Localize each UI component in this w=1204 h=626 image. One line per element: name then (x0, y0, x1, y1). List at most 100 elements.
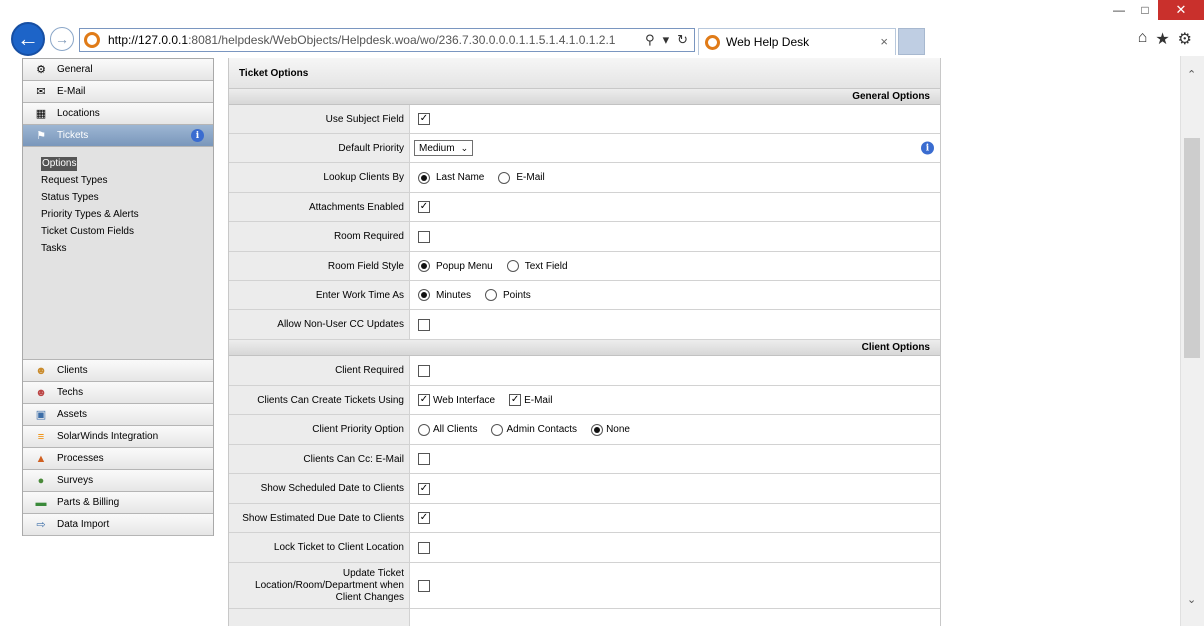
sidebar-item-solarwinds[interactable]: ≡ SolarWinds Integration (23, 426, 213, 448)
radio-selected[interactable] (418, 260, 430, 272)
clients-cc-checkbox[interactable] (418, 453, 430, 465)
submenu-item-priority-types[interactable]: Priority Types & Alerts (23, 206, 213, 223)
web-interface-option[interactable]: ✓ Web Interface (418, 394, 495, 406)
submenu-item-request-types[interactable]: Request Types (23, 172, 213, 189)
row-attachments: Attachments Enabled ✓ (229, 193, 940, 222)
show-due-checkbox[interactable]: ✓ (418, 512, 430, 524)
label-non-user-cc: Allow Non-User CC Updates (229, 310, 410, 339)
maximize-icon[interactable]: □ (1132, 0, 1158, 20)
show-scheduled-checkbox[interactable]: ✓ (418, 482, 430, 495)
use-subject-checkbox[interactable]: ✓ (418, 113, 430, 125)
address-bar[interactable]: http://127.0.0.1:8081/helpdesk/WebObject… (79, 28, 695, 52)
process-icon: ▲ (35, 452, 47, 465)
radio-selected[interactable] (591, 423, 604, 436)
sidebar-item-general[interactable]: ⚙ General (23, 59, 213, 81)
sidebar-item-email[interactable]: ✉ E-Mail (23, 81, 213, 103)
settings-gear-icon[interactable]: ⚙ (1178, 29, 1192, 49)
label-update-ticket: Update Ticket Location/Room/Department w… (229, 563, 410, 608)
popup-menu-option[interactable]: Popup Menu (418, 260, 493, 272)
submenu-item-tasks[interactable]: Tasks (23, 240, 213, 257)
favorites-star-icon[interactable]: ★ (1155, 29, 1169, 49)
submenu-item-custom-fields[interactable]: Ticket Custom Fields (23, 223, 213, 240)
search-icon[interactable]: ⚲ (645, 32, 655, 48)
info-icon[interactable]: i (191, 129, 204, 142)
back-button[interactable]: ← (11, 22, 45, 56)
url-host: http://127.0.0.1 (108, 33, 189, 47)
points-option[interactable]: Points (485, 289, 531, 301)
non-user-cc-checkbox[interactable] (418, 318, 430, 331)
label-attachments: Attachments Enabled (229, 193, 410, 221)
envelope-icon: ✉ (36, 86, 46, 98)
scroll-down-icon[interactable]: ⌄ (1187, 593, 1196, 606)
tab-logo-icon (705, 34, 720, 50)
sidebar-item-label: Surveys (57, 475, 94, 486)
browser-tab[interactable]: Web Help Desk × (698, 28, 896, 55)
radio[interactable] (418, 423, 430, 436)
sidebar-item-label: SolarWinds Integration (57, 431, 159, 442)
minutes-option[interactable]: Minutes (418, 289, 471, 301)
sidebar-item-locations[interactable]: ▦ Locations (23, 103, 213, 125)
url-text[interactable]: http://127.0.0.1:8081/helpdesk/WebObject… (108, 33, 628, 47)
lock-ticket-checkbox[interactable] (418, 541, 430, 554)
dropdown-icon[interactable]: ▾ (663, 32, 670, 48)
refresh-icon[interactable]: ↻ (677, 32, 688, 48)
sidebar-item-surveys[interactable]: ● Surveys (23, 470, 213, 492)
label-use-subject: Use Subject Field (229, 105, 410, 133)
text-field-option[interactable]: Text Field (506, 260, 568, 272)
new-tab-button[interactable] (898, 28, 925, 55)
radio-selected[interactable] (418, 289, 430, 301)
admin-contacts-option[interactable]: Admin Contacts (491, 423, 577, 436)
email-create-checkbox[interactable]: ✓ (509, 394, 522, 406)
radio[interactable] (485, 289, 498, 301)
web-interface-checkbox[interactable]: ✓ (418, 394, 430, 406)
submenu-item-options[interactable]: Options (23, 155, 213, 172)
none-option[interactable]: None (591, 423, 630, 436)
sidebar-item-label: Clients (57, 365, 88, 376)
lookup-last-name-option[interactable]: Last Name (418, 171, 484, 184)
sidebar-item-label: Assets (57, 409, 88, 420)
close-window-icon[interactable]: ✕ (1158, 0, 1204, 20)
minimize-icon[interactable]: — (1106, 0, 1132, 20)
client-required-checkbox[interactable] (418, 364, 430, 377)
attachments-checkbox[interactable]: ✓ (418, 201, 430, 213)
tab-close-icon[interactable]: × (880, 34, 888, 49)
submenu-item-status-types[interactable]: Status Types (23, 189, 213, 206)
page-viewport: ⚙ General ✉ E-Mail ▦ Locations ⚑ Tickets… (0, 56, 1180, 626)
home-icon[interactable]: ⌂ (1138, 29, 1148, 49)
sidebar-item-parts-billing[interactable]: ▬ Parts & Billing (23, 492, 213, 514)
sidebar-item-clients[interactable]: ☻ Clients (23, 360, 213, 382)
globe-icon: ● (37, 474, 45, 487)
arrow-right-icon: → (55, 31, 69, 47)
info-icon[interactable]: i (921, 141, 934, 155)
label-work-time: Enter Work Time As (229, 281, 410, 309)
tech-icon: ☻ (35, 386, 47, 399)
sidebar-item-assets[interactable]: ▣ Assets (23, 404, 213, 426)
room-required-checkbox[interactable] (418, 230, 430, 243)
label-client-required: Client Required (229, 356, 410, 385)
scroll-up-icon[interactable]: ⌃ (1187, 68, 1196, 81)
all-clients-option[interactable]: All Clients (418, 423, 477, 436)
scroll-thumb[interactable] (1184, 138, 1200, 358)
default-priority-select[interactable]: Medium ⌄ (414, 140, 474, 156)
sidebar-item-techs[interactable]: ☻ Techs (23, 382, 213, 404)
row-lock-ticket: Lock Ticket to Client Location (229, 533, 940, 563)
label-clients-cc: Clients Can Cc: E-Mail (229, 445, 410, 473)
sidebar-item-tickets[interactable]: ⚑ Tickets i (23, 125, 213, 147)
sidebar-item-data-import[interactable]: ⇨ Data Import (23, 514, 213, 536)
radio[interactable] (506, 260, 519, 272)
sidebar-item-label: Parts & Billing (57, 497, 120, 508)
lookup-email-option[interactable]: E-Mail (498, 171, 545, 184)
radio[interactable] (498, 171, 511, 184)
update-ticket-checkbox[interactable] (418, 579, 430, 592)
label-lock-ticket: Lock Ticket to Client Location (229, 533, 410, 562)
page-scrollbar[interactable]: ⌃ ⌄ (1180, 56, 1204, 626)
label-clients-create: Clients Can Create Tickets Using (229, 386, 410, 414)
forward-button[interactable]: → (50, 27, 74, 51)
email-create-option[interactable]: ✓ E-Mail (509, 394, 552, 406)
url-path: :8081/helpdesk/WebObjects/Helpdesk.woa/w… (188, 33, 616, 47)
chevron-down-icon: ⌄ (460, 142, 469, 153)
radio[interactable] (491, 423, 504, 436)
sidebar-item-processes[interactable]: ▲ Processes (23, 448, 213, 470)
row-non-user-cc: Allow Non-User CC Updates (229, 310, 940, 340)
radio-selected[interactable] (418, 171, 430, 184)
